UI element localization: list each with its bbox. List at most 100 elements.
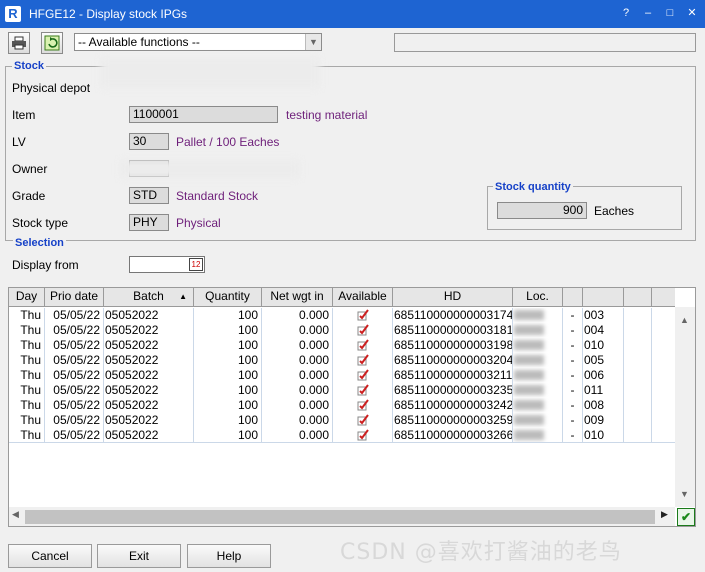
- col-extra-3[interactable]: [624, 288, 652, 307]
- redacted-area: [100, 58, 320, 88]
- table-row[interactable]: Thu 05/05/22 05052022 100 0.000 6851100000000…: [9, 413, 675, 428]
- available-check-icon: [333, 353, 393, 368]
- cell-batch: 05052022: [104, 383, 194, 398]
- col-available[interactable]: Available: [333, 288, 393, 307]
- minimize-button[interactable]: –: [641, 6, 655, 20]
- grade-description: Standard Stock: [176, 189, 259, 203]
- col-day[interactable]: Day: [9, 288, 45, 307]
- stock-quantity-field: 900: [497, 202, 587, 219]
- available-check-icon: [333, 398, 393, 413]
- cell-batch: 05052022: [104, 353, 194, 368]
- scroll-left-icon[interactable]: ◀: [12, 509, 19, 520]
- table-row[interactable]: Thu 05/05/22 05052022 100 0.000 6851100000000…: [9, 428, 675, 443]
- cell-hd: 685110000000003211: [394, 368, 513, 383]
- cell-quantity: 100: [194, 413, 262, 428]
- col-extra-1[interactable]: [563, 288, 583, 307]
- cell-batch: 05052022: [104, 398, 194, 413]
- cell-sep: -: [563, 413, 583, 428]
- exit-button-label: Exit: [128, 549, 149, 563]
- watermark: CSDN @喜欢打酱油的老鸟: [340, 540, 622, 565]
- maximize-button[interactable]: □: [663, 6, 677, 20]
- col-loc[interactable]: Loc.: [513, 288, 563, 307]
- chevron-down-icon[interactable]: ▼: [305, 34, 321, 50]
- scroll-up-icon[interactable]: ▲: [680, 315, 689, 325]
- scroll-right-icon[interactable]: ▶: [661, 509, 668, 520]
- table-row[interactable]: Thu 05/05/22 05052022 100 0.000 6851100000000…: [9, 323, 675, 338]
- toolbar-info-box: [394, 33, 696, 52]
- cell-net-wgt: 0.000: [262, 398, 333, 413]
- cell-batch: 05052022: [104, 368, 194, 383]
- col-net-wgt[interactable]: Net wgt in: [262, 288, 333, 307]
- cell-prio-date: 05/05/22: [45, 368, 104, 383]
- table-row[interactable]: Thu 05/05/22 05052022 100 0.000 6851100000000…: [9, 383, 675, 398]
- cell-hd: 685110000000003181: [394, 323, 513, 338]
- cell-day: Thu: [9, 428, 45, 443]
- calendar-icon[interactable]: 12: [189, 258, 203, 271]
- cell-code: 006: [583, 368, 624, 383]
- cell-code: 004: [583, 323, 624, 338]
- cell-batch: 05052022: [104, 308, 194, 323]
- cell-loc-redacted: [513, 308, 563, 323]
- cell-blank: [624, 323, 652, 338]
- cell-batch: 05052022: [104, 323, 194, 338]
- display-from-label: Display from: [12, 258, 79, 272]
- cell-loc-redacted: [513, 428, 563, 443]
- window-title: HFGE12 - Display stock IPGs: [29, 7, 188, 21]
- cell-day: Thu: [9, 383, 45, 398]
- available-functions-select[interactable]: -- Available functions -- ▼: [74, 33, 322, 51]
- cell-quantity: 100: [194, 398, 262, 413]
- col-hd[interactable]: HD: [393, 288, 513, 307]
- refresh-button[interactable]: [41, 32, 63, 54]
- cell-blank: [624, 428, 652, 443]
- cell-net-wgt: 0.000: [262, 353, 333, 368]
- exit-button[interactable]: Exit: [97, 544, 181, 568]
- cell-quantity: 100: [194, 308, 262, 323]
- physical-depot-label: Physical depot: [12, 81, 91, 95]
- horizontal-scrollbar[interactable]: ◀ ▶: [9, 507, 675, 526]
- cell-prio-date: 05/05/22: [45, 323, 104, 338]
- table-row[interactable]: Thu 05/05/22 05052022 100 0.000 6851100000000…: [9, 338, 675, 353]
- table-row[interactable]: Thu 05/05/22 05052022 100 0.000 6851100000000…: [9, 353, 675, 368]
- scroll-down-icon[interactable]: ▼: [680, 489, 689, 499]
- cell-quantity: 100: [194, 383, 262, 398]
- print-button[interactable]: [8, 32, 30, 54]
- col-batch[interactable]: Batch ▲: [104, 288, 194, 307]
- cell-quantity: 100: [194, 428, 262, 443]
- app-logo: R: [5, 6, 21, 22]
- col-extra-2[interactable]: [583, 288, 624, 307]
- confirm-check-button[interactable]: ✔: [677, 508, 695, 526]
- available-functions-label: -- Available functions --: [78, 35, 200, 49]
- col-quantity[interactable]: Quantity: [194, 288, 262, 307]
- help-button[interactable]: Help: [187, 544, 271, 568]
- cell-hd: 685110000000003174: [394, 308, 513, 323]
- cell-sep: -: [563, 353, 583, 368]
- horizontal-scroll-thumb[interactable]: [25, 510, 655, 524]
- cell-code: 010: [583, 428, 624, 443]
- display-from-input[interactable]: 12: [129, 256, 205, 273]
- stock-type-field: PHY: [129, 214, 169, 231]
- table-row[interactable]: Thu 05/05/22 05052022 100 0.000 6851100000000…: [9, 398, 675, 413]
- help-window-button[interactable]: ?: [619, 6, 633, 20]
- grade-field: STD: [129, 187, 169, 204]
- cancel-button[interactable]: Cancel: [8, 544, 92, 568]
- lv-label: LV: [12, 135, 26, 149]
- available-check-icon: [333, 413, 393, 428]
- stock-quantity-unit: Eaches: [594, 204, 635, 218]
- lv-description: Pallet / 100 Eaches: [176, 135, 280, 149]
- table-row[interactable]: Thu 05/05/22 05052022 100 0.000 6851100000000…: [9, 368, 675, 383]
- vertical-scrollbar[interactable]: ▲ ▼: [675, 307, 695, 507]
- cell-loc-redacted: [513, 323, 563, 338]
- cell-loc-redacted: [513, 353, 563, 368]
- item-description: testing material: [286, 108, 368, 122]
- cell-loc-redacted: [513, 398, 563, 413]
- cell-quantity: 100: [194, 323, 262, 338]
- cell-day: Thu: [9, 398, 45, 413]
- cell-blank: [624, 368, 652, 383]
- col-prio-date[interactable]: Prio date: [45, 288, 104, 307]
- item-field: 1100001: [129, 106, 278, 123]
- close-button[interactable]: ✕: [685, 6, 699, 20]
- table-row[interactable]: Thu 05/05/22 05052022 100 0.000 6851100000000…: [9, 308, 675, 323]
- cell-hd: 685110000000003266: [394, 428, 513, 443]
- stock-group-title: Stock: [12, 60, 46, 72]
- cell-batch: 05052022: [104, 428, 194, 443]
